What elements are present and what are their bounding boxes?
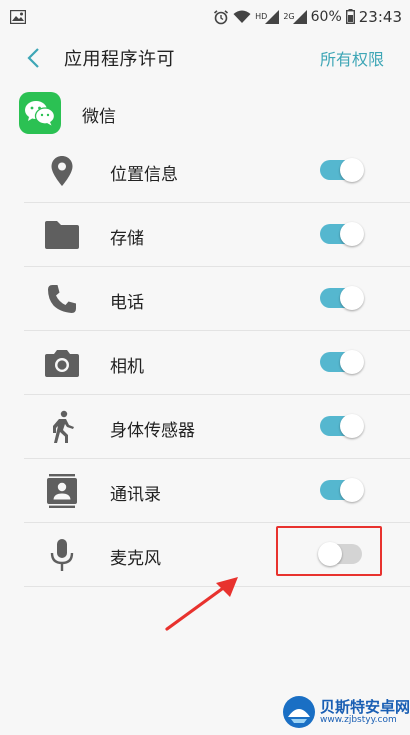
camera-toggle[interactable] [320, 350, 364, 374]
contacts-toggle[interactable] [320, 478, 364, 502]
storage-toggle[interactable] [320, 222, 364, 246]
battery-icon [345, 9, 355, 24]
folder-icon [44, 217, 80, 253]
permission-row-location[interactable]: 位置信息 [24, 139, 410, 203]
microphone-icon [44, 537, 80, 573]
camera-icon [44, 345, 80, 381]
all-permissions-button[interactable]: 所有权限 [320, 46, 384, 70]
permission-label: 相机 [110, 357, 144, 377]
permission-row-camera[interactable]: 相机 [24, 331, 410, 395]
location-icon [44, 153, 80, 189]
permission-row-contacts[interactable]: 通讯录 [24, 459, 410, 523]
highlight-box [276, 526, 382, 576]
page-title: 应用程序许可 [64, 49, 175, 70]
app-header: 应用程序许可 所有权限 [0, 33, 410, 83]
app-info-row: 微信 [0, 87, 410, 137]
alarm-icon [213, 9, 229, 25]
watermark-logo-icon [283, 696, 315, 728]
contacts-icon [44, 473, 80, 509]
app-name: 微信 [82, 107, 116, 127]
location-toggle[interactable] [320, 158, 364, 182]
body-sensors-toggle[interactable] [320, 414, 364, 438]
watermark: 贝斯特安卓网 www.zjbstyy.com [282, 692, 410, 732]
chevron-left-icon [27, 48, 39, 68]
battery-percent: 60% [310, 8, 342, 25]
watermark-url: www.zjbstyy.com [320, 714, 397, 725]
permission-label: 位置信息 [110, 165, 178, 185]
status-bar: HD 2G 60% 23:43 [0, 0, 410, 33]
permission-row-storage[interactable]: 存储 [24, 203, 410, 267]
permission-label: 存储 [110, 229, 144, 249]
running-person-icon [44, 409, 80, 445]
red-arrow-icon [160, 573, 242, 637]
permission-label: 电话 [110, 293, 144, 313]
back-button[interactable] [18, 43, 48, 73]
permission-label: 身体传感器 [110, 421, 195, 441]
wechat-icon [19, 92, 61, 134]
permission-label: 通讯录 [110, 485, 161, 505]
phone-toggle[interactable] [320, 286, 364, 310]
permission-list: 位置信息 存储 电话 相机 身体传感器 通讯录 麦克风 [0, 139, 410, 587]
status-time: 23:43 [358, 7, 402, 26]
image-icon [10, 9, 26, 24]
signal-icon: HD [255, 9, 280, 24]
permission-row-phone[interactable]: 电话 [24, 267, 410, 331]
wifi-icon [233, 10, 251, 24]
watermark-title: 贝斯特安卓网 [320, 697, 410, 716]
permission-row-body-sensors[interactable]: 身体传感器 [24, 395, 410, 459]
signal-icon-2: 2G [283, 9, 307, 24]
permission-label: 麦克风 [110, 549, 161, 569]
phone-icon [44, 281, 80, 317]
